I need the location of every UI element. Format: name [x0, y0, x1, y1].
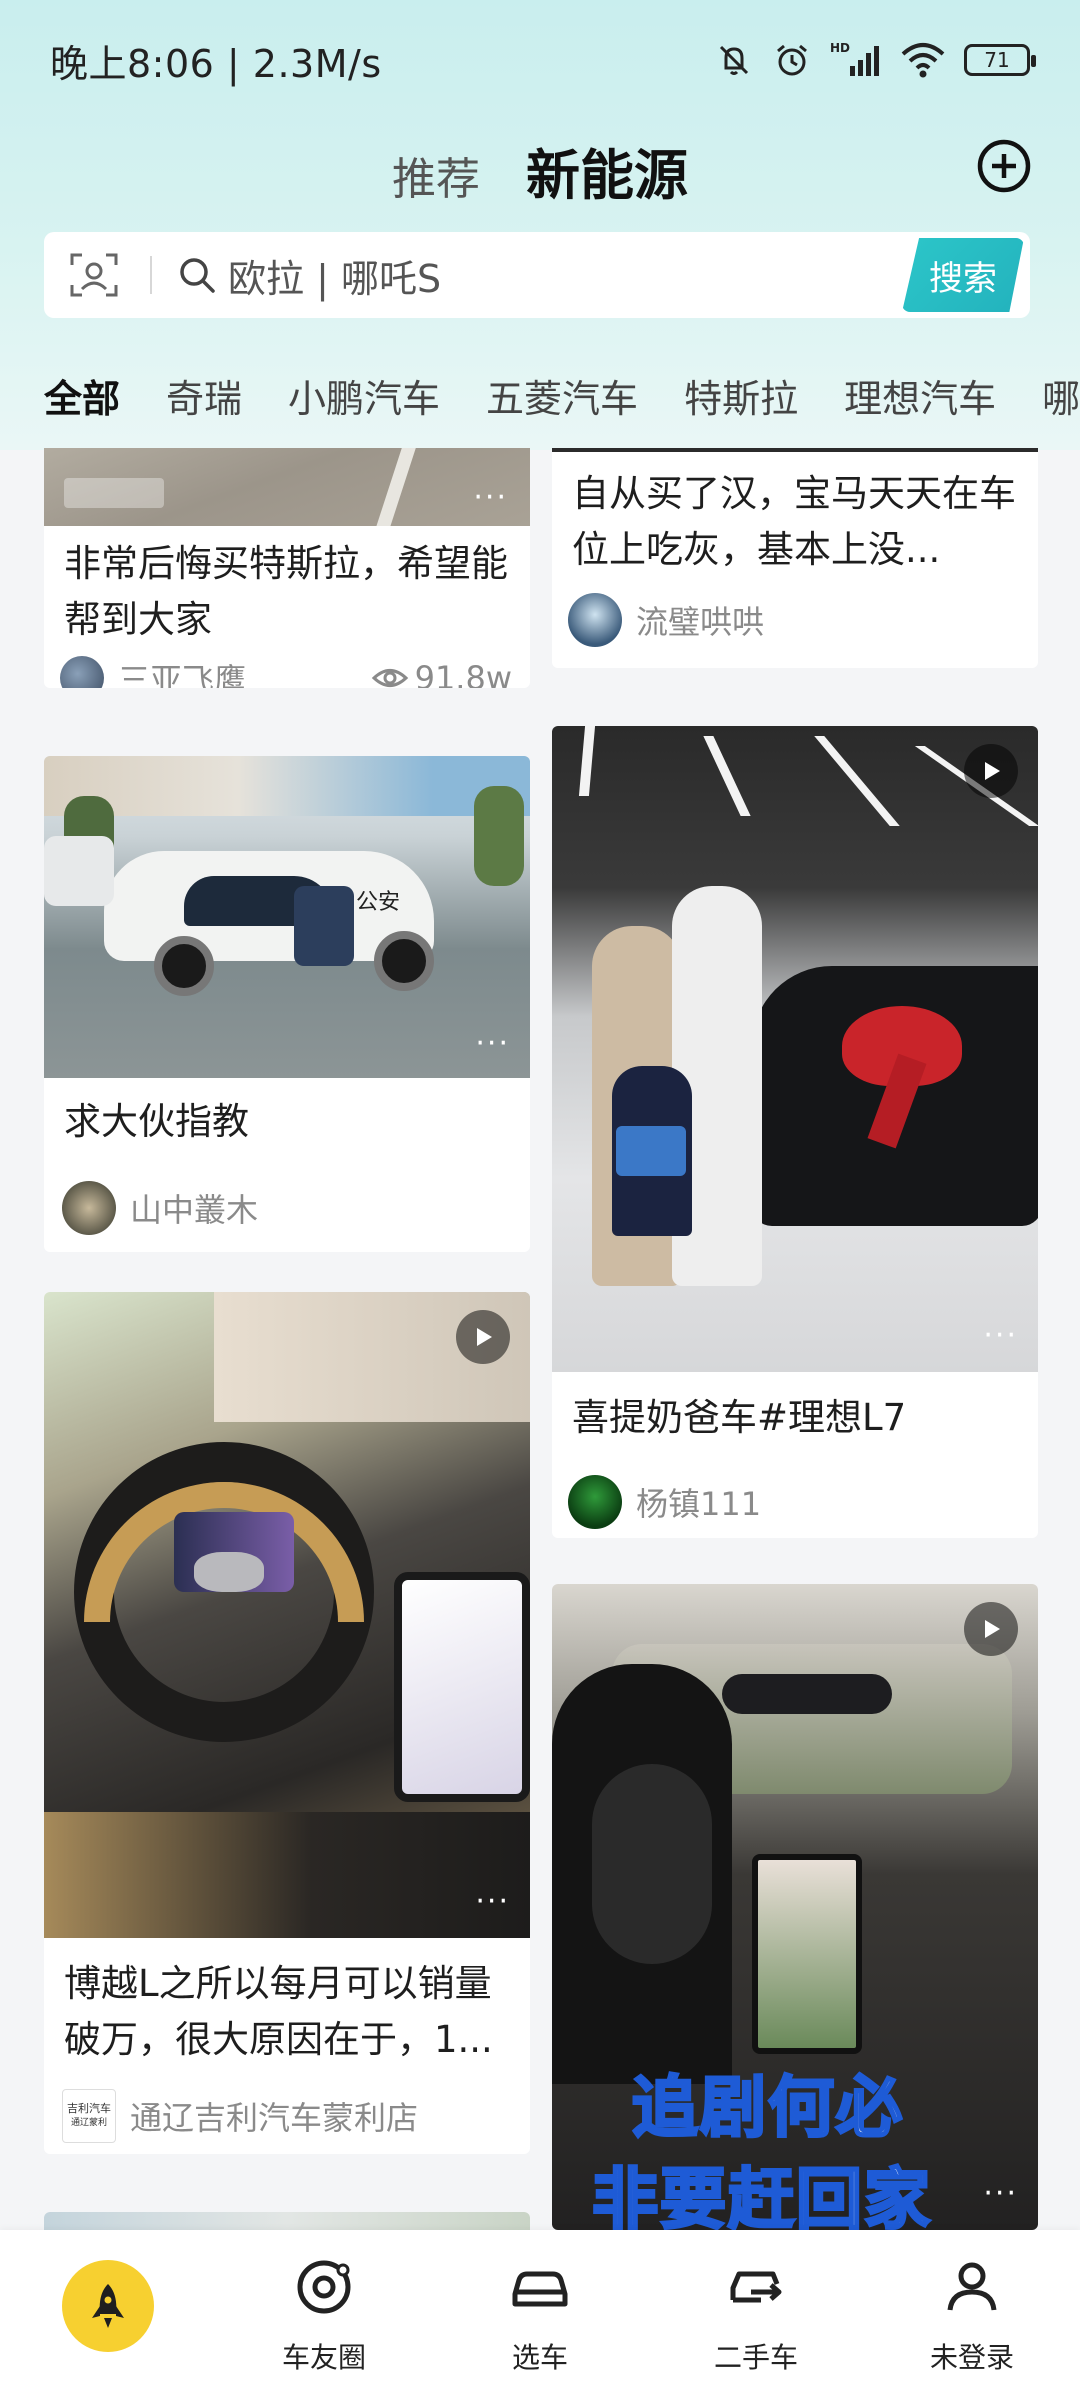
- author-name: 山中叢木: [130, 1191, 259, 1229]
- card-title: 非常后悔买特斯拉，希望能帮到大家: [64, 542, 508, 641]
- car-icon: [512, 2271, 568, 2307]
- search-bar[interactable]: 欧拉 | 哪吒S 搜索: [44, 232, 1030, 318]
- view-count-value: 91.8w: [414, 659, 512, 688]
- nav-label: 二手车: [713, 2341, 798, 2374]
- card-image-partial: [44, 2212, 530, 2230]
- card-image-family-car: [552, 726, 1038, 1372]
- category-tesla[interactable]: 特斯拉: [684, 368, 798, 423]
- category-chery[interactable]: 奇瑞: [166, 368, 242, 423]
- play-icon[interactable]: [964, 744, 1018, 798]
- author-name: 流璧哄哄: [636, 603, 765, 641]
- car-club-icon: [297, 2260, 351, 2314]
- card-title: 自从买了汉，宝马天天在车位上吃灰，基本上没...: [572, 472, 1016, 571]
- author-name: 三亚飞鹰: [118, 661, 247, 688]
- search-icon: [180, 258, 215, 293]
- feed-card[interactable]: ··· 非常后悔买特斯拉，希望能帮到大家 三亚飞鹰 91.8w: [44, 448, 530, 688]
- feed-card[interactable]: ··· 喜提奶爸车#理想L7 杨镇111: [552, 726, 1038, 1538]
- nav-label: 未登录: [929, 2341, 1014, 2374]
- card-author[interactable]: 三亚飞鹰: [60, 650, 246, 688]
- avatar: [568, 1475, 622, 1529]
- feed: ··· 非常后悔买特斯拉，希望能帮到大家 三亚飞鹰 91.8w 自从买了汉，宝马…: [0, 448, 1080, 2230]
- search-input[interactable]: 欧拉 | 哪吒S: [228, 248, 902, 303]
- police-text: 公安: [356, 890, 401, 915]
- nav-home[interactable]: [18, 2252, 198, 2352]
- nav-car-club[interactable]: 车友圈: [234, 2252, 414, 2376]
- feed-card[interactable]: ··· 博越L之所以每月可以销量破万，很大原因在于，1... 吉利汽车 通辽蒙利…: [44, 1292, 530, 2154]
- more-options-icon[interactable]: ···: [983, 1318, 1018, 1353]
- used-car-icon: [730, 2271, 782, 2303]
- view-count: 91.8w: [371, 650, 512, 688]
- feed-card[interactable]: 自从买了汉，宝马天天在车位上吃灰，基本上没... 流璧哄哄: [552, 448, 1038, 668]
- category-all[interactable]: 全部: [44, 368, 120, 423]
- feed-card[interactable]: [44, 2212, 530, 2230]
- more-options-icon[interactable]: ···: [473, 480, 508, 515]
- status-time-speed: 晚上8:06 | 2.3M/s: [50, 41, 382, 86]
- more-options-icon[interactable]: ···: [475, 1884, 510, 1919]
- nav-profile[interactable]: 未登录: [882, 2252, 1062, 2376]
- nav-label: 选车: [511, 2341, 568, 2374]
- avatar: [60, 656, 104, 688]
- card-author[interactable]: 山中叢木: [62, 1180, 258, 1236]
- play-icon[interactable]: [964, 1602, 1018, 1656]
- mute-bell-icon: [719, 45, 749, 75]
- add-post-icon[interactable]: [976, 138, 1032, 194]
- card-image-top: [552, 448, 1038, 452]
- rocket-icon[interactable]: [62, 2260, 154, 2352]
- card-title: 求大伙指教: [64, 1100, 249, 1143]
- bottom-nav: 车友圈 选车 二手车 未登录: [0, 2230, 1080, 2400]
- eye-icon: [371, 669, 408, 687]
- status-icons: HD 71: [714, 40, 1036, 80]
- dealer-logo-subtext: 通辽蒙利: [70, 2118, 107, 2128]
- tab-new-energy[interactable]: 新能源: [526, 131, 688, 214]
- tab-recommend[interactable]: 推荐: [392, 143, 480, 207]
- category-li-auto[interactable]: 理想汽车: [844, 368, 996, 423]
- alarm-icon: [777, 44, 807, 76]
- category-bar: 全部 奇瑞 小鹏汽车 五菱汽车 特斯拉 理想汽车 哪: [0, 355, 1080, 435]
- search-divider: [150, 256, 152, 294]
- category-neta[interactable]: 哪: [1042, 368, 1080, 423]
- dealer-logo: 吉利汽车 通辽蒙利: [62, 2089, 116, 2143]
- nav-used-car[interactable]: 二手车: [666, 2252, 846, 2376]
- card-title: 喜提奶爸车#理想L7: [572, 1396, 907, 1439]
- user-icon: [947, 2262, 997, 2311]
- card-image-car-interior: [44, 1292, 530, 1938]
- video-overlay-text-1: 追剧何必: [631, 2068, 904, 2148]
- author-name: 杨镇111: [636, 1485, 762, 1523]
- battery-level: 71: [984, 48, 1010, 72]
- avatar: [568, 593, 622, 647]
- scan-icon[interactable]: [66, 247, 122, 303]
- battery-icon: 71: [964, 44, 1036, 76]
- card-image-police-suv: 公安: [44, 756, 530, 1078]
- video-overlay-text-2: 非要赶回家: [591, 2160, 932, 2231]
- card-author[interactable]: 吉利汽车 通辽蒙利 通辽吉利汽车蒙利店: [62, 2088, 418, 2144]
- card-image-road: [44, 448, 530, 526]
- status-bar: 晚上8:06 | 2.3M/s HD 71: [0, 0, 1080, 120]
- search-button[interactable]: 搜索: [902, 238, 1024, 312]
- card-author[interactable]: 流璧哄哄: [568, 592, 764, 648]
- category-xpeng[interactable]: 小鹏汽车: [288, 368, 440, 423]
- more-options-icon[interactable]: ···: [983, 2176, 1018, 2211]
- author-name: 通辽吉利汽车蒙利店: [130, 2099, 419, 2137]
- feed-card[interactable]: 追剧何必 非要赶回家 ···: [552, 1584, 1038, 2230]
- category-wuling[interactable]: 五菱汽车: [486, 368, 638, 423]
- avatar: [62, 1181, 116, 1235]
- nav-label: 车友圈: [281, 2341, 366, 2374]
- more-options-icon[interactable]: ···: [475, 1026, 510, 1061]
- header-tabs: 推荐 新能源: [0, 120, 1080, 220]
- feed-card[interactable]: 公安 ··· 求大伙指教 山中叢木: [44, 756, 530, 1252]
- wifi-icon: [901, 43, 945, 78]
- card-author[interactable]: 杨镇111: [568, 1474, 761, 1530]
- signal-icon: HD: [830, 41, 879, 76]
- card-title: 博越L之所以每月可以销量破万，很大原因在于，1...: [64, 1962, 493, 2061]
- nav-choose-car[interactable]: 选车: [450, 2252, 630, 2376]
- dealer-logo-text: 吉利汽车: [67, 2102, 111, 2115]
- play-icon[interactable]: [456, 1310, 510, 1364]
- svg-text:HD: HD: [830, 41, 850, 55]
